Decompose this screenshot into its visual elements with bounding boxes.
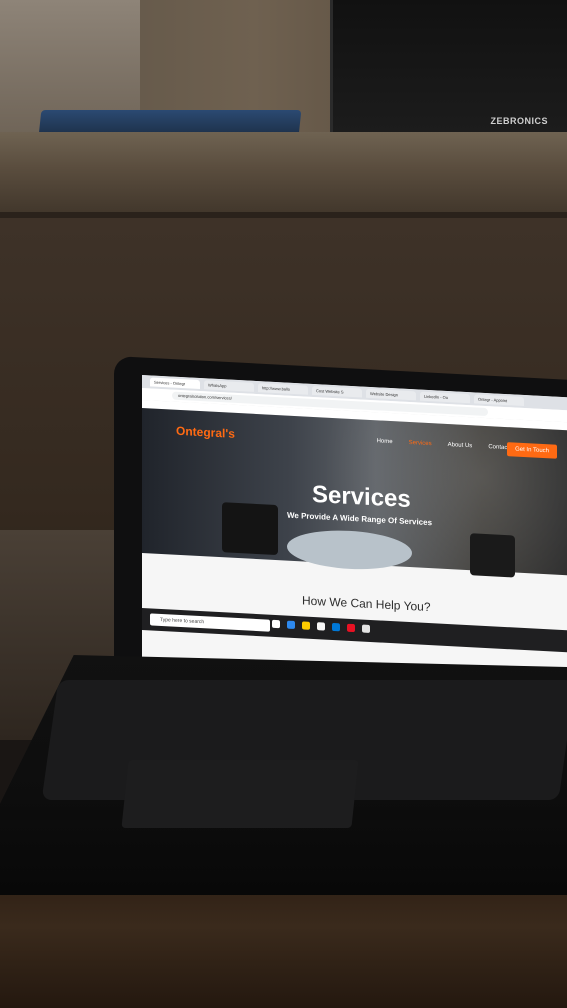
site-nav: Home Services About Us Contact (377, 438, 509, 451)
opera-icon[interactable] (347, 623, 355, 633)
chrome-icon[interactable] (362, 624, 370, 633)
windows-taskbar: Type here to search (142, 608, 567, 653)
browser-tab[interactable]: Ontegr - Appoint (474, 394, 524, 407)
touchpad (121, 760, 359, 828)
start-icon[interactable] (272, 619, 280, 629)
get-in-touch-button[interactable]: Get In Touch (507, 442, 557, 459)
taskbar-search[interactable]: Type here to search (150, 613, 270, 632)
photo-scene: ZEBRONICS Services - Ontegr WhatsApp htt… (0, 0, 567, 1008)
nav-services[interactable]: Services (409, 440, 432, 447)
browser-tab[interactable]: Cost Website S (312, 385, 362, 398)
office-chairs (470, 533, 515, 578)
conference-table (287, 527, 412, 573)
section-title: How We Can Help You? (302, 593, 431, 615)
taskbar-icons (272, 619, 370, 633)
browser-tab[interactable]: Website Design (366, 388, 416, 401)
monitor-brand-label: ZEBRONICS (490, 116, 548, 126)
hero-banner: Ontegral's Home Services About Us Contac… (142, 408, 567, 578)
laptop-screen: Services - Ontegr WhatsApp http://www.ba… (142, 375, 567, 681)
store-icon[interactable] (317, 622, 325, 631)
site-logo[interactable]: Ontegral's (176, 424, 235, 441)
mail-icon[interactable] (332, 622, 340, 632)
edge-icon[interactable] (287, 620, 295, 630)
browser-tab[interactable]: http://www.ballo (258, 383, 308, 395)
nav-about[interactable]: About Us (448, 442, 473, 449)
folder-icon[interactable] (302, 621, 310, 630)
nav-home[interactable]: Home (377, 438, 393, 445)
hero-title: Services (312, 480, 411, 514)
nav-contact[interactable]: Contact (488, 444, 509, 451)
external-monitor: ZEBRONICS (330, 0, 567, 134)
browser-tab[interactable]: WhatsApp (204, 380, 254, 392)
browser-tab[interactable]: LinkedIn - Ou (420, 391, 470, 404)
shelf (0, 132, 567, 222)
office-chairs (222, 502, 278, 556)
browser-tab[interactable]: Services - Ontegr (150, 377, 200, 390)
